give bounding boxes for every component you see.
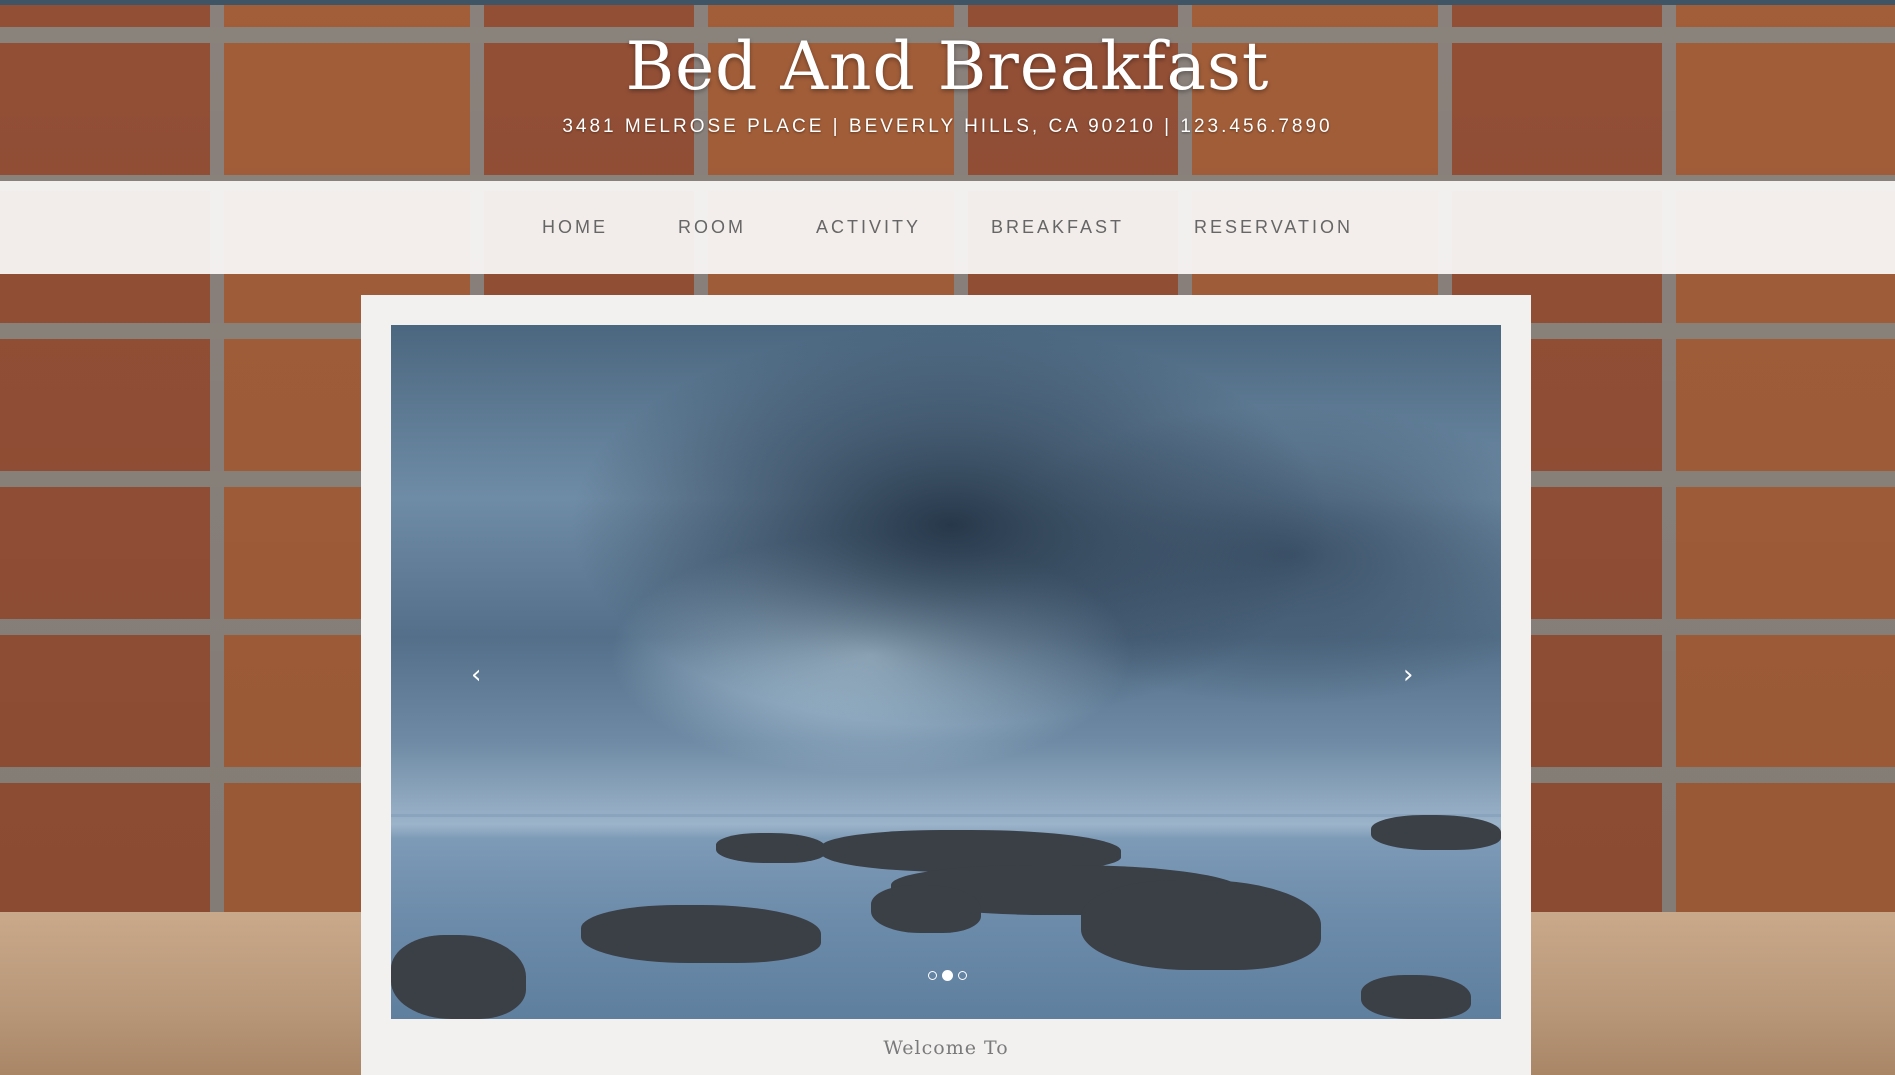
chevron-left-icon: ‹ <box>471 660 482 690</box>
slider-indicators <box>928 970 967 981</box>
nav-item-reservation[interactable]: RESERVATION <box>1194 217 1353 238</box>
nav-item-home[interactable]: HOME <box>542 217 608 238</box>
chevron-right-icon: › <box>1403 660 1414 690</box>
nav-item-room[interactable]: ROOM <box>678 217 746 238</box>
top-accent-line <box>0 0 1895 5</box>
slide-rock <box>391 935 526 1019</box>
site-address: 3481 MELROSE PLACE | BEVERLY HILLS, CA 9… <box>562 116 1333 137</box>
site-title: Bed And Breakfast <box>625 28 1270 105</box>
content-panel: ‹ › Welcome To <box>361 295 1531 1075</box>
slider-prev-button[interactable]: ‹ <box>471 660 481 690</box>
main-navigation: HOME ROOM ACTIVITY BREAKFAST RESERVATION <box>0 181 1895 274</box>
slider-dot-2[interactable] <box>942 970 953 981</box>
slide-rock <box>581 905 821 963</box>
slide-rock <box>1081 880 1321 970</box>
slider-next-button[interactable]: › <box>1403 660 1413 690</box>
slider-dot-1[interactable] <box>928 971 937 980</box>
slide-rock <box>871 885 981 933</box>
nav-item-breakfast[interactable]: BREAKFAST <box>991 217 1124 238</box>
slide-rock <box>716 833 826 863</box>
slide-rock <box>1361 975 1471 1019</box>
image-slider[interactable]: ‹ › <box>391 325 1501 1019</box>
slide-rock <box>1371 815 1501 850</box>
nav-item-activity[interactable]: ACTIVITY <box>816 217 921 238</box>
welcome-heading: Welcome To <box>883 1037 1009 1059</box>
slider-dot-3[interactable] <box>958 971 967 980</box>
slide-horizon <box>391 814 1501 817</box>
